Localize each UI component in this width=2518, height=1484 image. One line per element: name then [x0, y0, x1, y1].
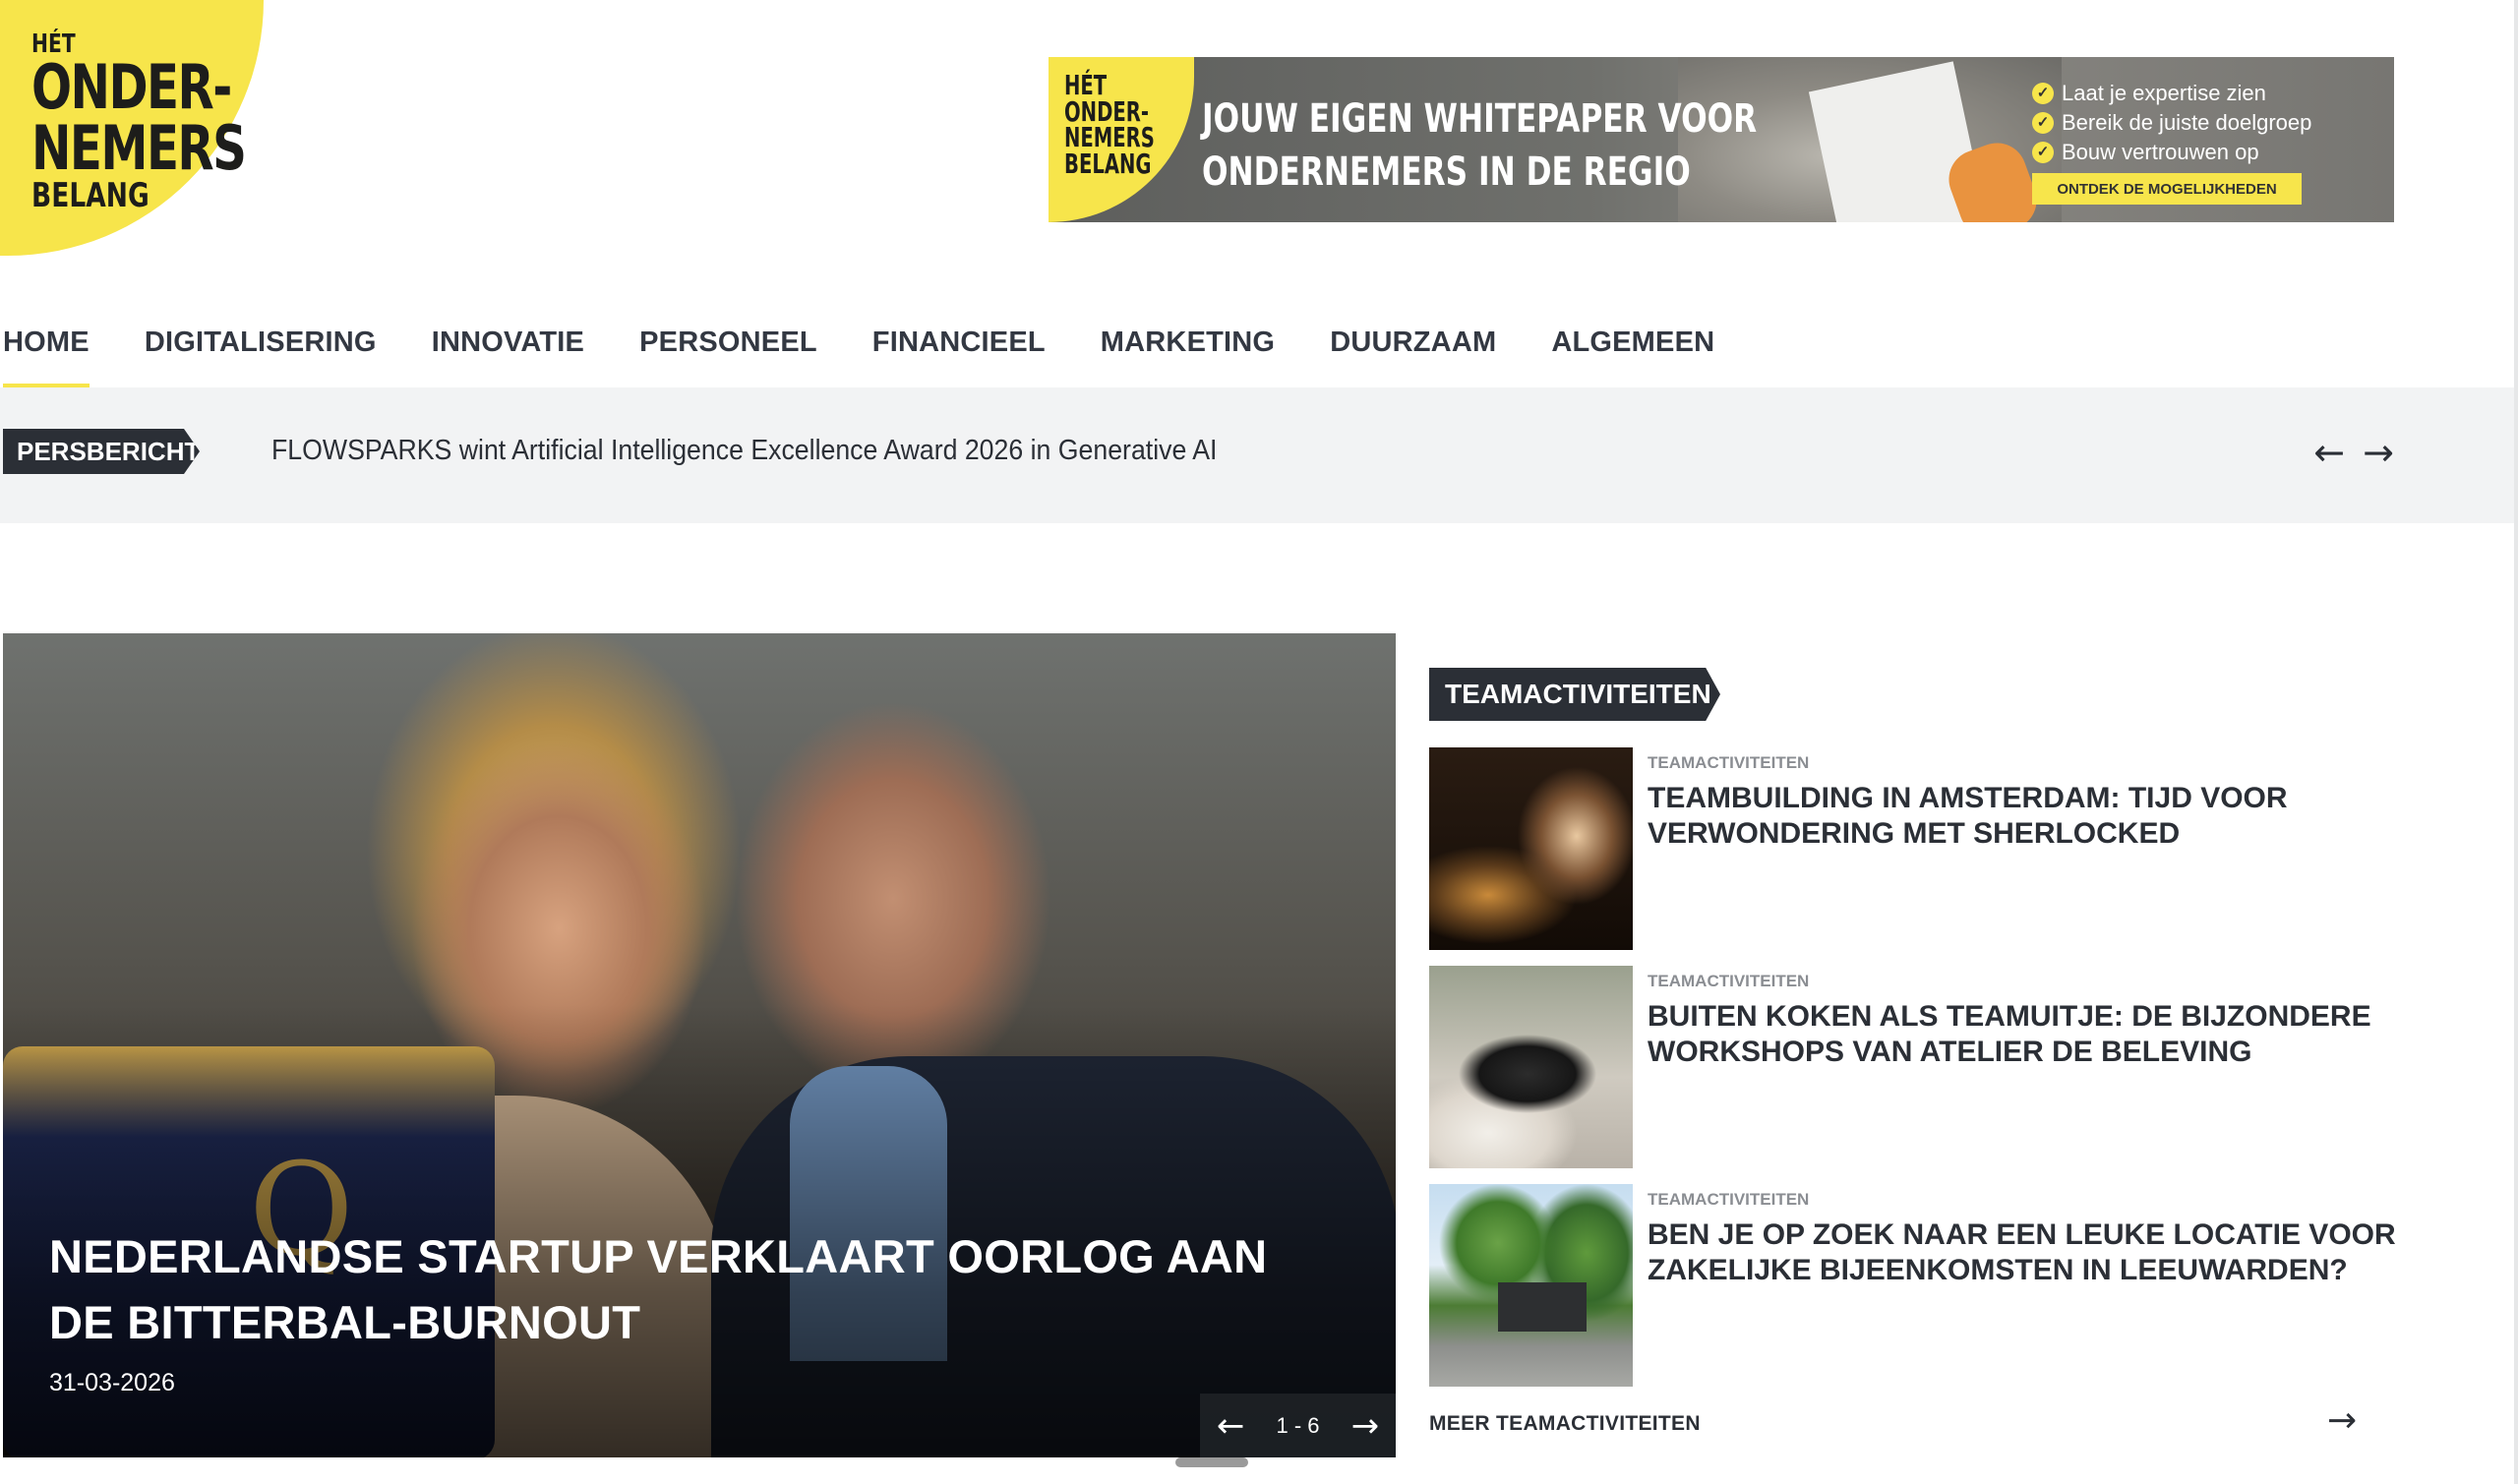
nav-item-duurzaam[interactable]: DUURZAAM [1330, 323, 1496, 387]
article-card[interactable]: TEAMACTIVITEITEN BEN JE OP ZOEK NAAR EEN… [1429, 1184, 2413, 1387]
banner-benefits-list: ✓ Laat je expertise zien ✓ Bereik de juist… [2032, 79, 2311, 167]
slide-counter: 1 - 6 [1276, 1412, 1320, 1438]
whitepaper-banner[interactable]: HÉT ONDER- NEMERS BELANG JOUW EIGEN WHIT… [1049, 57, 2394, 222]
banner-cta-button[interactable]: ONTDEK DE MOGELIJKHEDEN [2032, 173, 2302, 205]
banner-benefit-text: Bouw vertrouwen op [2062, 140, 2259, 164]
article-category[interactable]: TEAMACTIVITEITEN [1648, 972, 1809, 991]
arrow-right-icon[interactable]: → [1349, 1402, 1381, 1450]
logo-line: NEMERS [31, 112, 247, 184]
article-thumbnail[interactable] [1429, 966, 1633, 1168]
hero-pager: ← 1 - 6 → [1200, 1394, 1396, 1457]
scroll-handle[interactable] [1175, 1457, 1248, 1467]
nav-item-home[interactable]: HOME [3, 323, 90, 387]
article-title-link[interactable]: BUITEN KOKEN ALS TEAMUITJE: DE BIJZONDER… [1648, 999, 2415, 1070]
article-title-link[interactable]: BEN JE OP ZOEK NAAR EEN LEUKE LOCATIE VO… [1648, 1217, 2415, 1288]
check-icon: ✓ [2032, 83, 2054, 104]
site-logo[interactable]: HÉT ONDER- NEMERS BELANG [0, 0, 264, 256]
article-card[interactable]: TEAMACTIVITEITEN BUITEN KOKEN ALS TEAMUI… [1429, 966, 2413, 1168]
article-category[interactable]: TEAMACTIVITEITEN [1648, 1190, 1809, 1210]
article-card[interactable]: TEAMACTIVITEITEN TEAMBUILDING IN AMSTERD… [1429, 747, 2413, 950]
article-category[interactable]: TEAMACTIVITEITEN [1648, 753, 1809, 773]
nav-item-algemeen[interactable]: ALGEMEEN [1551, 323, 1714, 387]
banner-headline-line: JOUW EIGEN WHITEPAPER VOOR [1202, 96, 1758, 142]
banner-benefit: ✓ Bereik de juiste doelgroep [2032, 108, 2311, 138]
arrow-right-icon[interactable]: → [2327, 1400, 2357, 1441]
hero-title-link[interactable]: NEDERLANDSE STARTUP VERKLAART OORLOG AAN… [49, 1223, 1328, 1355]
banner-headline: JOUW EIGEN WHITEPAPER VOOR ONDERNEMERS I… [1202, 92, 1757, 199]
ticker-controls: ← → [2313, 429, 2394, 476]
logo-line: BELANG [31, 176, 150, 215]
ticker-headline-link[interactable]: FLOWSPARKS wint Artificial Intelligence … [271, 435, 1217, 467]
section-badge-teamactiviteiten: TEAMACTIVITEITEN [1429, 668, 1720, 721]
banner-headline-line: ONDERNEMERS IN DE REGIO [1202, 149, 1691, 195]
thumbnail-building [1498, 1282, 1587, 1332]
arrow-right-icon[interactable]: → [2363, 429, 2394, 476]
article-thumbnail[interactable] [1429, 1184, 1633, 1387]
page-edge-divider [2514, 0, 2518, 1484]
nav-item-marketing[interactable]: MARKETING [1101, 323, 1275, 387]
arrow-left-icon[interactable]: ← [1215, 1402, 1246, 1450]
hero-slider[interactable]: Q NEDERLANDSE STARTUP VERKLAART OORLOG A… [3, 633, 1396, 1457]
banner-benefit-text: Bereik de juiste doelgroep [2062, 110, 2312, 135]
nav-item-digitalisering[interactable]: DIGITALISERING [145, 323, 377, 387]
banner-benefit: ✓ Bouw vertrouwen op [2032, 138, 2311, 167]
banner-logo: HÉT ONDER- NEMERS BELANG [1049, 57, 1194, 222]
check-icon: ✓ [2032, 112, 2054, 134]
nav-item-innovatie[interactable]: INNOVATIE [432, 323, 584, 387]
article-title-link[interactable]: TEAMBUILDING IN AMSTERDAM: TIJD VOOR VER… [1648, 781, 2415, 852]
banner-logo-text: HÉT ONDER- NEMERS BELANG [1064, 69, 1155, 180]
nav-item-personeel[interactable]: PERSONEEL [639, 323, 817, 387]
arrow-left-icon[interactable]: ← [2313, 429, 2345, 476]
hero-date: 31-03-2026 [49, 1369, 175, 1396]
more-teamactiviteiten-link[interactable]: MEER TEAMACTIVITEITEN [1429, 1412, 1701, 1436]
logo-wordmark: HÉT ONDER- NEMERS BELANG [31, 31, 247, 215]
banner-benefit: ✓ Laat je expertise zien [2032, 79, 2311, 108]
news-ticker: PERSBERICHT FLOWSPARKS wint Artificial I… [0, 387, 2514, 523]
article-thumbnail[interactable] [1429, 747, 1633, 950]
logo-line: ONDER- [31, 51, 232, 123]
nav-item-financieel[interactable]: FINANCIEEL [872, 323, 1046, 387]
banner-benefit-text: Laat je expertise zien [2062, 81, 2266, 105]
ticker-badge: PERSBERICHT [3, 429, 200, 474]
check-icon: ✓ [2032, 142, 2054, 163]
main-navigation: HOME DIGITALISERING INNOVATIE PERSONEEL … [0, 323, 1769, 387]
